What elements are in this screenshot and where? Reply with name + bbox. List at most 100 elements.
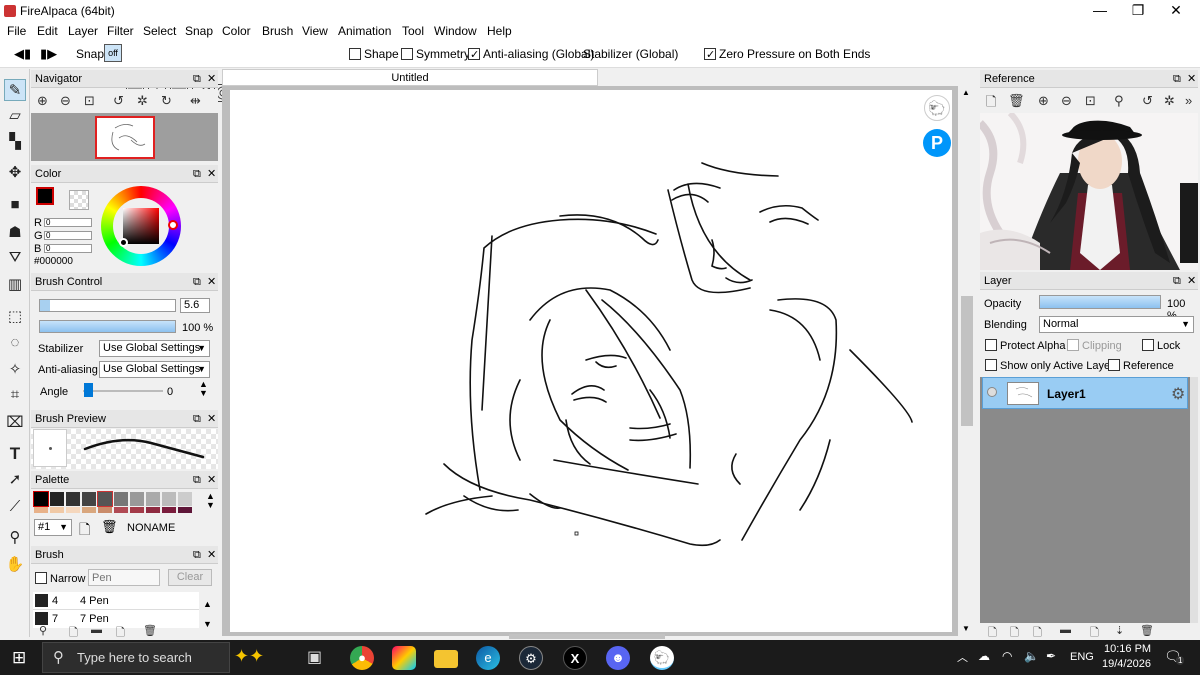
zoom-fit-icon[interactable]: ⊡ — [1085, 93, 1096, 109]
clock-time[interactable]: 10:16 PM — [1104, 643, 1151, 655]
palette-swatch[interactable] — [97, 491, 113, 507]
color-wheel[interactable] — [101, 186, 181, 266]
task-view-icon[interactable]: ▣ — [307, 647, 322, 667]
brush-folder-icon[interactable]: ▬ — [91, 624, 102, 636]
brush-tool-icon[interactable]: ✎ — [4, 79, 26, 101]
delete-reference-icon[interactable]: 🗑 — [1008, 93, 1025, 109]
gradient-tool-icon[interactable]: ▥ — [4, 274, 26, 296]
delete-palette-icon[interactable]: 🗑 — [101, 519, 118, 535]
angle-slider[interactable] — [83, 390, 163, 392]
next-frame-icon[interactable]: ▮▶ — [40, 45, 57, 63]
volume-icon[interactable]: 🔈 — [1024, 649, 1039, 663]
float-panel-icon[interactable]: ⧉ — [193, 70, 201, 88]
palette-swatch[interactable] — [66, 507, 80, 513]
merge-down-icon[interactable]: ⇣ — [1115, 624, 1124, 637]
float-panel-icon[interactable]: ⧉ — [193, 546, 201, 564]
flip-horizontal-icon[interactable]: ⇹ — [190, 93, 201, 109]
float-panel-icon[interactable]: ⧉ — [1173, 272, 1181, 290]
vertical-scroll-thumb[interactable] — [961, 296, 973, 426]
palette-scroll-icon[interactable]: ▲ ▼ — [206, 492, 215, 510]
rotate-left-icon[interactable]: ↺ — [1142, 93, 1153, 109]
discord-icon[interactable]: ☻ — [606, 646, 630, 670]
menu-help[interactable]: Help — [487, 24, 512, 38]
paint-bucket-icon[interactable]: ⛛ — [4, 247, 26, 269]
zoom-in-icon[interactable]: ⊕ — [1038, 93, 1049, 109]
wifi-icon[interactable]: ◠ — [1002, 649, 1012, 663]
narrow-checkbox[interactable]: Narrow — [35, 572, 85, 585]
palette-swatch[interactable] — [114, 507, 128, 513]
horizontal-scroll-thumb[interactable] — [509, 634, 665, 639]
hue-picker-cursor[interactable] — [168, 220, 178, 230]
prev-frame-icon[interactable]: ◀▮ — [14, 45, 31, 63]
zero-pressure-checkbox[interactable]: Zero Pressure on Both Ends — [704, 45, 870, 64]
palette-swatch[interactable] — [162, 492, 176, 506]
blending-select[interactable]: Normal ▼ — [1039, 316, 1194, 333]
select-rect-icon[interactable]: ⬚ — [4, 306, 26, 328]
chrome-icon[interactable]: ● — [350, 646, 374, 670]
drawing-canvas[interactable] — [230, 90, 952, 632]
palette-swatch[interactable] — [178, 492, 192, 506]
reset-rotation-icon[interactable]: ✲ — [137, 93, 148, 109]
float-panel-icon[interactable]: ⧉ — [193, 410, 201, 428]
show-hidden-icons-icon[interactable]: ︿ — [957, 649, 968, 665]
brush-antialias-select[interactable]: Use Global Settings ▼ — [99, 361, 210, 378]
close-panel-icon[interactable]: ✕ — [207, 410, 216, 428]
symmetry-checkbox[interactable]: Symmetry — [401, 45, 470, 63]
layer-visibility-icon[interactable] — [987, 387, 997, 397]
close-panel-icon[interactable]: ✕ — [207, 70, 216, 88]
float-panel-icon[interactable]: ⧉ — [193, 273, 201, 291]
edge-icon[interactable]: e — [476, 646, 500, 670]
float-panel-icon[interactable]: ⧉ — [193, 165, 201, 183]
brush-list-item[interactable]: 4 4 Pen — [33, 592, 199, 610]
delete-layer-icon[interactable]: 🗑 — [1140, 624, 1154, 637]
close-panel-icon[interactable]: ✕ — [207, 471, 216, 489]
x-app-icon[interactable]: X — [563, 646, 587, 670]
clear-button[interactable]: Clear — [168, 569, 212, 586]
eyedropper-tool-icon[interactable]: ⚲ — [4, 527, 26, 549]
reference-layer-checkbox[interactable]: Reference — [1108, 359, 1174, 372]
magic-wand-icon[interactable]: ✧ — [4, 359, 26, 381]
pen-workspace-icon[interactable]: ✒ — [1046, 649, 1056, 663]
palette-swatch[interactable] — [178, 507, 192, 513]
windows-start-icon[interactable]: ⊞ — [12, 648, 26, 668]
menu-edit[interactable]: Edit — [37, 24, 58, 38]
protect-alpha-checkbox[interactable]: Protect Alpha — [985, 339, 1065, 352]
layer-list-scrollbar[interactable] — [1190, 377, 1198, 623]
close-panel-icon[interactable]: ✕ — [1187, 272, 1196, 290]
minimize-button[interactable]: — — [1080, 0, 1120, 22]
brush-search-input[interactable] — [88, 569, 160, 586]
copilot-app-icon[interactable] — [392, 646, 416, 670]
layer-row[interactable]: Layer1 ⚙ — [982, 377, 1188, 409]
more-tools-icon[interactable]: » — [1185, 93, 1192, 108]
zoom-out-icon[interactable]: ⊖ — [1061, 93, 1072, 109]
palette-swatch[interactable] — [50, 492, 64, 506]
brush-opacity-slider[interactable] — [39, 320, 176, 333]
snap-off-button[interactable]: off — [104, 44, 122, 62]
clock-date[interactable]: 19/4/2026 — [1102, 658, 1151, 670]
dot-tool-icon[interactable]: ▚ — [4, 131, 26, 153]
lock-checkbox[interactable]: Lock — [1142, 339, 1180, 352]
network-status-icon[interactable]: ☁ — [978, 649, 990, 663]
document-tab[interactable]: Untitled — [222, 69, 598, 86]
palette-index-select[interactable]: #1 ▼ — [34, 519, 72, 536]
brush-stabilizer-select[interactable]: Use Global Settings ▼ — [99, 340, 210, 357]
eraser-tool-icon[interactable]: ▱ — [4, 105, 26, 127]
palette-swatch[interactable] — [162, 507, 176, 513]
palette-swatch[interactable] — [146, 492, 160, 506]
menu-animation[interactable]: Animation — [338, 24, 391, 38]
rotate-left-icon[interactable]: ↺ — [113, 93, 124, 109]
float-panel-icon[interactable]: ⧉ — [193, 471, 201, 489]
operation-tool-icon[interactable]: ➚ — [4, 469, 26, 491]
brush-settings-icon[interactable]: ⚲ — [39, 624, 47, 637]
hand-tool-icon[interactable]: ✋ — [4, 554, 26, 576]
palette-swatch[interactable] — [114, 492, 128, 506]
file-explorer-icon[interactable] — [434, 650, 458, 668]
reference-image[interactable] — [980, 113, 1198, 270]
text-tool-icon[interactable]: T — [4, 443, 26, 465]
menu-color[interactable]: Color — [222, 24, 251, 38]
move-tool-icon[interactable]: ✥ — [4, 162, 26, 184]
vertical-scrollbar[interactable]: ▲ ▼ — [958, 86, 976, 636]
layer-opacity-slider[interactable] — [1039, 295, 1161, 309]
fill-rect-tool-icon[interactable]: ■ — [4, 194, 26, 216]
r-slider[interactable]: 0 — [44, 218, 92, 227]
